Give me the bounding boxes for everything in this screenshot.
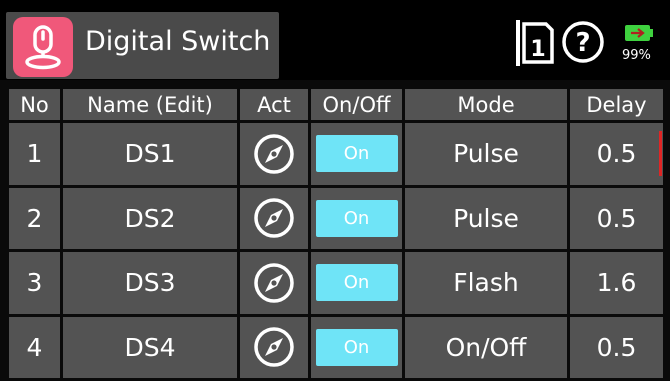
mode-cell[interactable]: Flash [405, 252, 567, 314]
row-number: 3 [9, 252, 60, 314]
digital-switch-table: No Name (Edit) Act On/Off Mode Delay 1 D… [6, 86, 666, 381]
act-cell[interactable] [240, 316, 308, 378]
column-header-act: Act [240, 89, 308, 120]
row-number: 2 [9, 187, 60, 249]
compass-dial-icon[interactable] [252, 261, 296, 305]
onoff-toggle[interactable]: On [315, 135, 398, 173]
delay-cell[interactable]: 1.6 [570, 252, 663, 314]
act-cell[interactable] [240, 252, 308, 314]
delay-value: 0.5 [596, 139, 637, 169]
switch-name-cell[interactable]: DS3 [63, 252, 237, 314]
onoff-cell: On [311, 316, 402, 378]
battery-percent: 99% [622, 48, 651, 63]
mode-cell[interactable]: Pulse [405, 123, 567, 185]
table-row: 3 DS3 On Flash 1.6 [9, 252, 663, 314]
switch-name-cell[interactable]: DS1 [63, 123, 237, 185]
onoff-cell: On [311, 187, 402, 249]
act-cell[interactable] [240, 123, 308, 185]
table-row: 4 DS4 On On/Off 0.5 [9, 316, 663, 378]
battery-icon [624, 24, 654, 42]
switch-name-cell[interactable]: DS4 [63, 316, 237, 378]
compass-dial-icon[interactable] [252, 132, 296, 176]
header-bar: Digital Switch 1 ? 99% [0, 0, 670, 80]
column-header-name: Name (Edit) [63, 89, 237, 120]
compass-dial-icon[interactable] [252, 196, 296, 240]
table-header-row: No Name (Edit) Act On/Off Mode Delay [9, 89, 663, 120]
column-header-mode: Mode [405, 89, 567, 120]
table-row: 1 DS1 On Pulse 0.5 [9, 123, 663, 185]
onoff-cell: On [311, 123, 402, 185]
act-cell[interactable] [240, 187, 308, 249]
mode-cell[interactable]: Pulse [405, 187, 567, 249]
column-header-no: No [9, 89, 60, 120]
delay-cell[interactable]: 0.5 [570, 123, 663, 185]
model-select-icon[interactable]: 1 [512, 18, 556, 68]
switch-icon[interactable] [13, 17, 73, 77]
mode-cell[interactable]: On/Off [405, 316, 567, 378]
onoff-toggle[interactable]: On [315, 328, 398, 366]
row-number: 1 [9, 123, 60, 185]
column-header-delay: Delay [570, 89, 663, 120]
selection-marker [659, 131, 662, 176]
help-glyph: ? [575, 28, 590, 58]
help-icon[interactable]: ? [561, 20, 605, 64]
onoff-toggle[interactable]: On [315, 264, 398, 302]
switch-name-cell[interactable]: DS2 [63, 187, 237, 249]
compass-dial-icon[interactable] [252, 325, 296, 369]
column-header-onoff: On/Off [311, 89, 402, 120]
page-title: Digital Switch [85, 26, 271, 57]
row-number: 4 [9, 316, 60, 378]
delay-cell[interactable]: 0.5 [570, 187, 663, 249]
onoff-toggle[interactable]: On [315, 199, 398, 237]
model-number: 1 [530, 37, 545, 62]
delay-cell[interactable]: 0.5 [570, 316, 663, 378]
onoff-cell: On [311, 252, 402, 314]
table-row: 2 DS2 On Pulse 0.5 [9, 187, 663, 249]
title-panel: Digital Switch [6, 12, 279, 79]
